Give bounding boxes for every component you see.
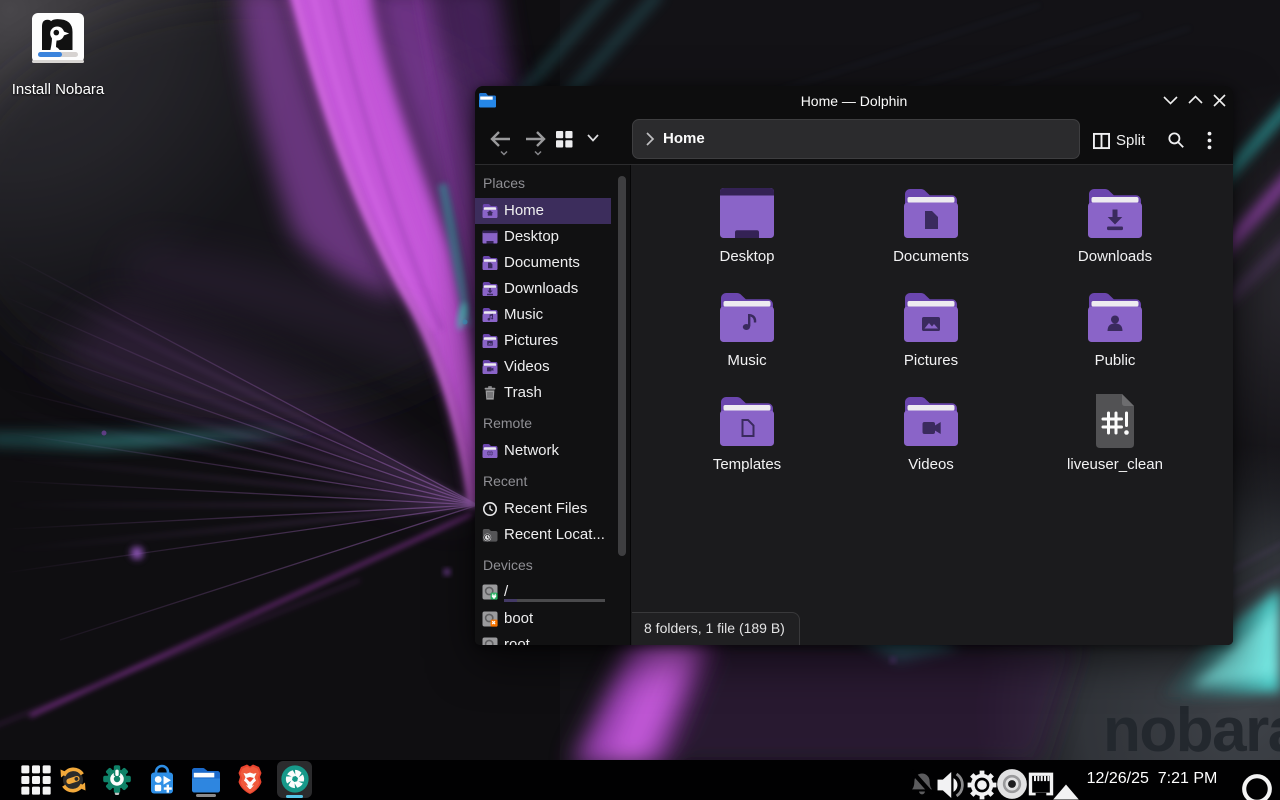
svg-text:nobara: nobara <box>1103 696 1280 760</box>
